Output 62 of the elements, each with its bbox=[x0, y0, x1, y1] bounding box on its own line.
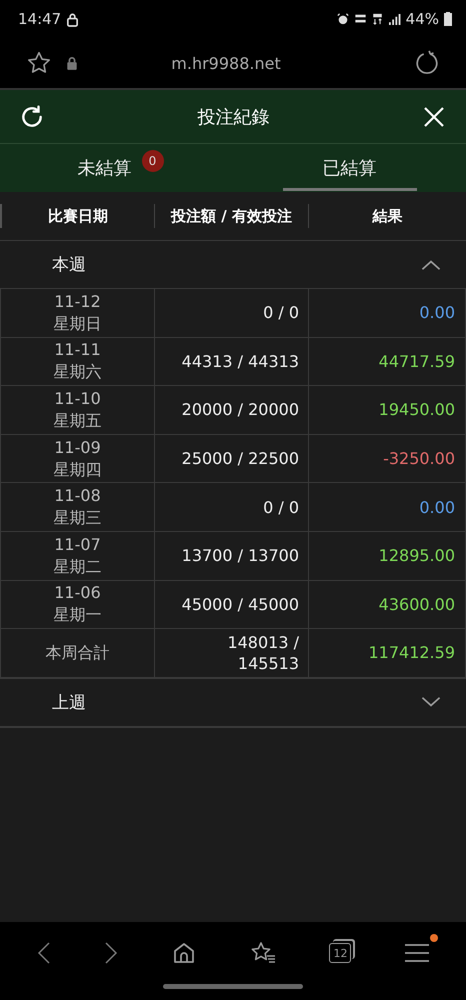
chevron-down-icon[interactable] bbox=[420, 696, 442, 708]
column-header: 投注額 / 有效投注 bbox=[154, 204, 308, 228]
bookmarks-icon[interactable] bbox=[250, 941, 276, 965]
weekday-text: 星期二 bbox=[54, 556, 102, 578]
date-text: 11-08 bbox=[54, 485, 101, 508]
weekday-text: 星期四 bbox=[54, 458, 102, 481]
table-cell: 45000 / 45000 bbox=[154, 580, 308, 628]
table-cell: 44313 / 44313 bbox=[154, 338, 308, 386]
tab[interactable]: 未結算 bbox=[70, 148, 140, 190]
page-title: 投注紀錄 bbox=[196, 106, 270, 128]
table-cell: 25000 / 22500 bbox=[154, 434, 308, 482]
signal-icon bbox=[388, 14, 401, 24]
alarm-icon bbox=[336, 13, 349, 25]
section-header[interactable]: 上週 bbox=[0, 678, 466, 727]
date-text: 11-09 bbox=[54, 436, 101, 459]
result-amount: 0.00 bbox=[419, 498, 455, 517]
weekday-text: 星期三 bbox=[54, 507, 102, 530]
result-amount: 12895.00 bbox=[378, 546, 455, 566]
table-cell: 0 / 0 bbox=[154, 483, 308, 531]
url-text[interactable]: m.hr9988.net bbox=[92, 54, 360, 72]
date-text: 11-10 bbox=[54, 388, 101, 410]
date-text: 11-07 bbox=[54, 534, 101, 556]
lock-icon bbox=[66, 12, 80, 26]
result-amount: 117412.59 bbox=[368, 643, 455, 662]
star-icon[interactable] bbox=[26, 50, 52, 76]
result-amount: 43600.00 bbox=[378, 594, 455, 614]
table-cell: 148013 / 145513 bbox=[154, 629, 308, 677]
battery-icon bbox=[444, 12, 452, 26]
column-header: 結果 bbox=[308, 204, 466, 228]
section-header[interactable]: 本週 bbox=[0, 240, 466, 289]
close-icon[interactable] bbox=[422, 104, 446, 128]
date-text: 11-06 bbox=[54, 582, 101, 604]
reload-icon[interactable] bbox=[414, 50, 440, 76]
weekday-text: 星期五 bbox=[54, 410, 102, 432]
battery-percent: 44% bbox=[406, 10, 439, 28]
weekday-text: 星期六 bbox=[54, 361, 102, 384]
result-amount: 44717.59 bbox=[378, 352, 455, 371]
section-title: 本週 bbox=[52, 254, 86, 276]
date-text: 11-12 bbox=[54, 290, 101, 313]
column-header: 比賽日期 bbox=[0, 204, 154, 228]
weekday-text: 星期一 bbox=[54, 604, 102, 626]
result-amount: -3250.00 bbox=[383, 449, 455, 468]
result-amount: 19450.00 bbox=[378, 400, 455, 420]
refresh-icon[interactable] bbox=[19, 104, 45, 130]
menu-icon[interactable] bbox=[405, 943, 430, 963]
clock-time: 14:47 bbox=[18, 10, 62, 28]
tab-count: 12 bbox=[333, 948, 348, 958]
back-icon[interactable] bbox=[36, 941, 51, 965]
table-cell: 0 / 0 bbox=[154, 289, 308, 337]
table-cell: 13700 / 13700 bbox=[154, 532, 308, 580]
chevron-up-icon[interactable] bbox=[420, 258, 442, 270]
home-icon[interactable] bbox=[172, 941, 196, 965]
count-badge: 0 bbox=[142, 150, 164, 172]
section-title: 上週 bbox=[52, 692, 86, 714]
table-cell: 20000 / 20000 bbox=[154, 386, 308, 434]
date-text: 11-11 bbox=[54, 339, 101, 362]
lock-icon bbox=[66, 56, 78, 70]
data-arrows-icon bbox=[372, 13, 383, 25]
table-cell: 本周合計 bbox=[0, 629, 154, 677]
weekday-text: 星期日 bbox=[54, 312, 102, 335]
result-amount: 0.00 bbox=[419, 303, 455, 322]
forward-icon[interactable] bbox=[104, 941, 118, 965]
